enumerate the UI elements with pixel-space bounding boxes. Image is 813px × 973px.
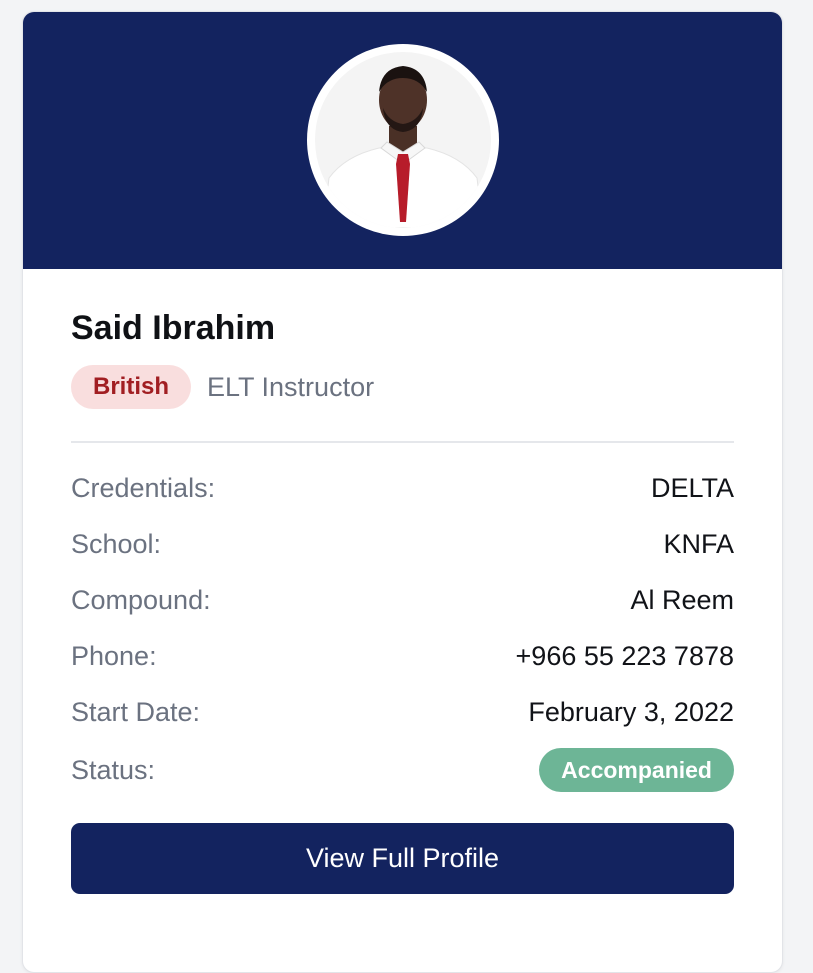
profile-name: Said Ibrahim xyxy=(71,309,276,347)
detail-label: Start Date: xyxy=(71,696,201,727)
role-text: ELT Instructor xyxy=(207,371,375,402)
profile-card: Said Ibrahim British ELT Instructor Cred… xyxy=(22,11,783,973)
detail-value: KNFA xyxy=(663,528,734,559)
detail-row-phone: Phone: +966 55 223 7878 xyxy=(71,628,734,684)
detail-value: DELTA xyxy=(650,472,734,503)
detail-label: Compound: xyxy=(71,584,211,615)
detail-label: Phone: xyxy=(71,640,157,671)
detail-label: Credentials: xyxy=(71,472,216,503)
detail-row-compound: Compound: Al Reem xyxy=(71,572,734,628)
detail-row-start-date: Start Date: February 3, 2022 xyxy=(71,684,734,740)
profile-photo xyxy=(315,52,491,228)
detail-row-credentials: Credentials: DELTA xyxy=(71,460,734,516)
profile-tags: British ELT Instructor xyxy=(71,365,374,409)
detail-label: Status: xyxy=(71,754,156,785)
detail-value: +966 55 223 7878 xyxy=(515,640,734,671)
avatar xyxy=(307,44,499,236)
profile-details: Credentials: DELTA School: KNFA Compound… xyxy=(71,460,734,800)
detail-row-school: School: KNFA xyxy=(71,516,734,572)
nationality-badge: British xyxy=(71,365,192,409)
view-full-profile-button[interactable]: View Full Profile xyxy=(71,823,734,894)
detail-value: February 3, 2022 xyxy=(528,696,734,727)
detail-value: Al Reem xyxy=(630,584,734,615)
status-badge: Accompanied xyxy=(539,748,734,792)
detail-label: School: xyxy=(71,528,162,559)
detail-row-status: Status: Accompanied xyxy=(71,740,734,800)
divider xyxy=(71,441,734,443)
